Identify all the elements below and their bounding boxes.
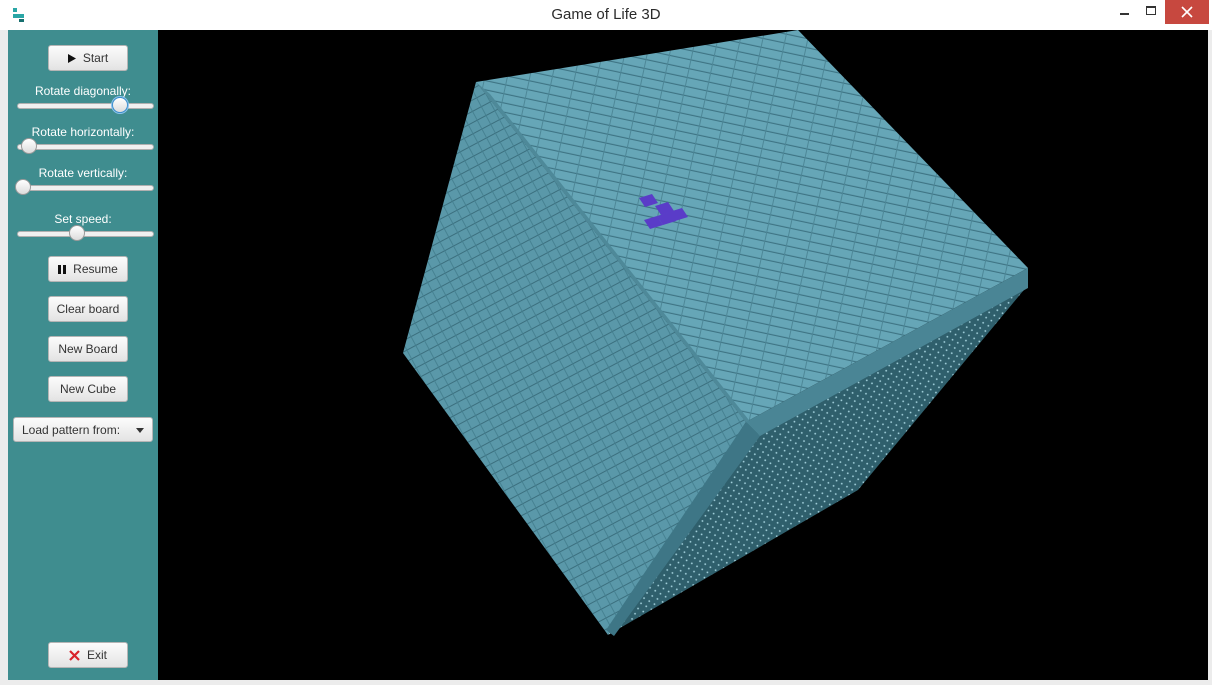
rotate-diagonally-slider[interactable] bbox=[17, 97, 154, 113]
rotate-vertically-slider[interactable] bbox=[15, 179, 154, 195]
cube-render[interactable] bbox=[158, 30, 1208, 680]
red-x-icon bbox=[69, 649, 80, 661]
slider-thumb[interactable] bbox=[15, 179, 31, 195]
exit-button[interactable]: Exit bbox=[48, 642, 128, 668]
clear-board-button-label: Clear board bbox=[56, 302, 120, 316]
start-button[interactable]: Start bbox=[48, 45, 128, 71]
minimize-icon[interactable] bbox=[1108, 0, 1140, 24]
slider-track bbox=[17, 185, 154, 191]
resume-button[interactable]: Resume bbox=[48, 256, 128, 282]
chevron-down-icon bbox=[136, 428, 144, 433]
rotate-horizontally-label: Rotate horizontally: bbox=[31, 125, 135, 139]
load-pattern-selected: Load pattern from: bbox=[22, 423, 121, 437]
new-board-button[interactable]: New Board bbox=[48, 336, 128, 362]
slider-track bbox=[17, 144, 154, 150]
start-button-label: Start bbox=[82, 51, 109, 65]
slider-track bbox=[17, 103, 154, 109]
slider-thumb[interactable] bbox=[69, 225, 85, 241]
close-icon[interactable] bbox=[1165, 0, 1209, 24]
pause-icon bbox=[58, 264, 67, 274]
maximize-icon[interactable] bbox=[1138, 0, 1164, 24]
new-cube-button[interactable]: New Cube bbox=[48, 376, 128, 402]
exit-button-label: Exit bbox=[86, 648, 107, 662]
resume-button-label: Resume bbox=[73, 262, 118, 276]
set-speed-slider[interactable] bbox=[17, 225, 154, 241]
title-bar: Game of Life 3D bbox=[0, 0, 1212, 30]
new-cube-button-label: New Cube bbox=[59, 382, 117, 396]
set-speed-label: Set speed: bbox=[54, 212, 112, 226]
play-icon bbox=[67, 53, 76, 63]
slider-thumb[interactable] bbox=[112, 97, 128, 113]
slider-track bbox=[17, 231, 154, 237]
rotate-vertically-label: Rotate vertically: bbox=[38, 166, 128, 180]
rotate-horizontally-slider[interactable] bbox=[17, 138, 154, 154]
window-title: Game of Life 3D bbox=[551, 6, 661, 23]
cube-viewport[interactable] bbox=[158, 30, 1208, 680]
rotate-diagonally-label: Rotate diagonally: bbox=[34, 84, 132, 98]
new-board-button-label: New Board bbox=[58, 342, 118, 356]
clear-board-button[interactable]: Clear board bbox=[48, 296, 128, 322]
slider-thumb[interactable] bbox=[21, 138, 37, 154]
load-pattern-dropdown[interactable]: Load pattern from: bbox=[13, 417, 153, 442]
